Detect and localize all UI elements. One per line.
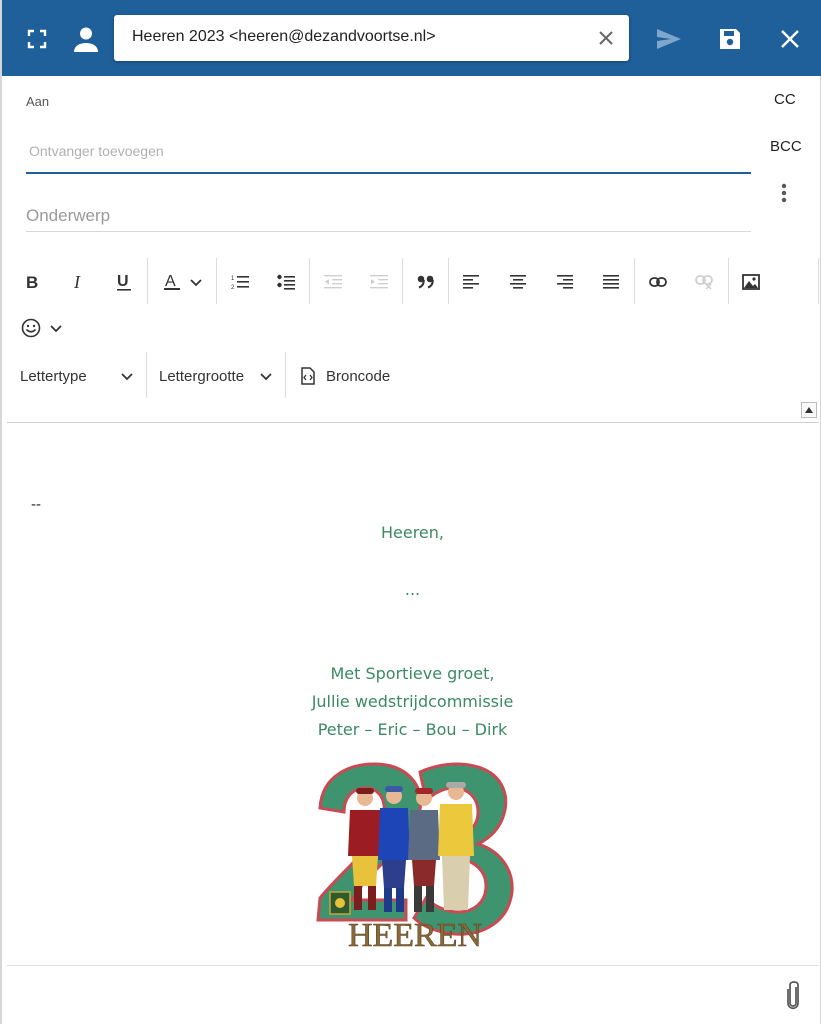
smiley-icon xyxy=(21,318,41,338)
svg-text:U: U xyxy=(117,273,129,290)
source-code-icon xyxy=(301,367,315,385)
compose-window: Heeren 2023 <heeren@dezandvoortse.nl> Aa… xyxy=(0,0,821,1024)
from-address: Heeren 2023 <heeren@dezandvoortse.nl> xyxy=(132,28,436,45)
toolbar-divider xyxy=(216,258,217,304)
svg-text:A: A xyxy=(165,273,176,290)
align-center-icon xyxy=(510,275,526,289)
italic-icon: I xyxy=(73,273,81,291)
align-right-button[interactable] xyxy=(549,264,581,300)
insert-link-button[interactable] xyxy=(642,264,674,300)
bold-button[interactable]: B xyxy=(16,264,48,300)
to-label: Aan xyxy=(26,94,50,109)
svg-text:B: B xyxy=(26,273,38,291)
outdent-icon xyxy=(324,275,342,289)
toolbar-divider xyxy=(402,258,403,304)
bullet-list-icon xyxy=(277,274,295,290)
text-color-button[interactable]: A xyxy=(156,264,210,300)
collapse-toolbar-button[interactable] xyxy=(801,402,817,418)
align-right-icon xyxy=(557,275,573,289)
svg-text:2: 2 xyxy=(231,285,235,290)
heeren-logo: HEEREN xyxy=(308,760,522,954)
toolbar-divider xyxy=(634,258,635,304)
fullscreen-button[interactable] xyxy=(14,14,60,64)
toolbar-divider xyxy=(728,258,729,304)
chevron-down-icon xyxy=(190,279,202,287)
close-compose-button[interactable] xyxy=(767,14,813,64)
clear-from-button[interactable] xyxy=(593,25,619,51)
more-vertical-icon xyxy=(781,183,787,203)
source-code-label: Broncode xyxy=(326,367,391,385)
font-size-label: Lettergrootte xyxy=(159,367,245,385)
footer-divider xyxy=(7,965,819,966)
toolbar-divider xyxy=(818,258,819,304)
subject-input[interactable] xyxy=(26,200,751,232)
person-icon xyxy=(74,27,98,52)
align-justify-button[interactable] xyxy=(595,264,627,300)
image-icon xyxy=(742,274,760,290)
link-icon xyxy=(649,277,667,287)
align-left-icon xyxy=(463,275,479,289)
close-icon xyxy=(599,31,613,45)
bullet-list-button[interactable] xyxy=(270,264,302,300)
font-family-select[interactable]: Lettertype xyxy=(20,360,136,392)
from-selector[interactable]: Heeren 2023 <heeren@dezandvoortse.nl> xyxy=(114,15,629,61)
save-icon xyxy=(720,29,740,49)
bcc-toggle[interactable]: BCC xyxy=(770,138,802,155)
ordered-list-icon: 1 2 xyxy=(231,276,249,290)
source-code-button[interactable]: Broncode xyxy=(300,360,400,392)
toolbar-divider xyxy=(146,352,147,398)
attach-file-button[interactable] xyxy=(780,978,806,1012)
font-size-select[interactable]: Lettergrootte xyxy=(159,360,275,392)
remove-link-button[interactable] xyxy=(688,264,720,300)
indent-icon xyxy=(370,275,388,289)
font-family-label: Lettertype xyxy=(20,367,87,385)
signature-committee: Jullie wedstrijdcommissie xyxy=(311,692,514,711)
cc-toggle[interactable]: CC xyxy=(774,91,796,108)
align-left-button[interactable] xyxy=(455,264,487,300)
toolbar-divider xyxy=(448,258,449,304)
unlink-icon xyxy=(695,275,713,289)
indent-button[interactable] xyxy=(363,264,395,300)
svg-text:1: 1 xyxy=(231,276,235,282)
more-options-button[interactable] xyxy=(774,180,794,206)
signature-ellipsis: ... xyxy=(404,580,421,599)
italic-button[interactable]: I xyxy=(62,264,94,300)
quote-icon xyxy=(417,275,434,289)
ordered-list-button[interactable]: 1 2 xyxy=(224,264,256,300)
bold-icon: B xyxy=(26,273,38,291)
underline-button[interactable]: U xyxy=(108,264,140,300)
chevron-down-icon xyxy=(260,373,272,381)
contacts-button[interactable] xyxy=(63,14,109,64)
toolbar-divider xyxy=(309,258,310,304)
paperclip-icon xyxy=(787,981,799,1010)
save-draft-button[interactable] xyxy=(707,14,753,64)
fullscreen-icon xyxy=(27,29,47,49)
send-button[interactable] xyxy=(646,14,692,64)
send-icon xyxy=(657,29,681,49)
align-justify-icon xyxy=(603,275,619,289)
signature-names: Peter – Eric – Bou – Dirk xyxy=(317,720,508,739)
close-icon xyxy=(781,30,799,48)
align-center-button[interactable] xyxy=(502,264,534,300)
signature-greeting: Heeren, xyxy=(380,523,444,542)
triangle-up-icon xyxy=(805,407,813,413)
toolbar-divider xyxy=(147,258,148,304)
svg-text:I: I xyxy=(73,273,81,291)
text-color-icon: A xyxy=(164,273,180,290)
insert-image-button[interactable] xyxy=(735,264,767,300)
recipient-input[interactable] xyxy=(26,130,751,174)
chevron-down-icon xyxy=(121,373,133,381)
compose-header: Heeren 2023 <heeren@dezandvoortse.nl> xyxy=(2,0,821,76)
signature-closing: Met Sportieve groet, xyxy=(330,664,495,683)
toolbar-divider xyxy=(285,352,286,398)
emoji-button[interactable] xyxy=(16,310,68,346)
logo-text: HEEREN xyxy=(348,917,482,952)
blockquote-button[interactable] xyxy=(410,264,442,300)
chevron-down-icon xyxy=(50,325,62,333)
signature-separator: -- xyxy=(31,496,41,513)
outdent-button[interactable] xyxy=(317,264,349,300)
underline-icon: U xyxy=(117,273,131,291)
